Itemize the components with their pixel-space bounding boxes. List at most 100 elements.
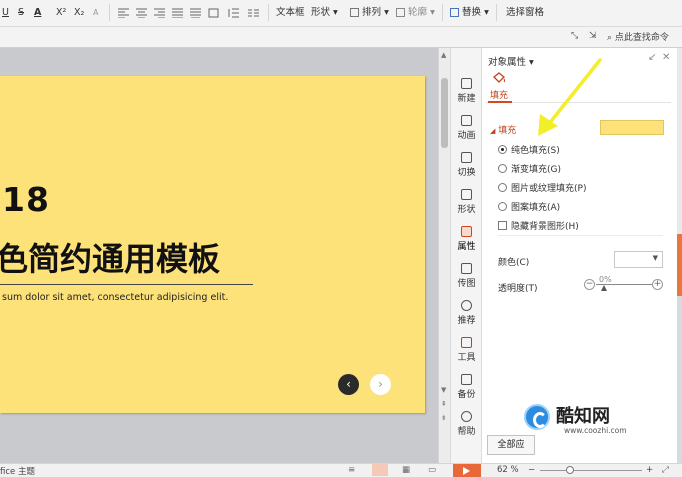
align-left-icon[interactable] — [118, 4, 129, 21]
next-slide-button[interactable]: › — [370, 374, 391, 395]
ribbon-divider — [442, 4, 443, 21]
strip-item-recommend[interactable]: 推荐 — [451, 300, 482, 326]
superscript-button[interactable]: X² — [56, 4, 66, 21]
textbox-button[interactable]: 文本框 — [276, 4, 305, 21]
selection-pane-button[interactable]: 选择窗格 — [506, 4, 544, 21]
properties-icon — [461, 226, 472, 237]
animation-icon — [461, 115, 472, 126]
option-hide-background[interactable]: 隐藏背景图形(H) — [498, 219, 579, 232]
search-icon: ⌕ — [607, 33, 613, 43]
align-right-icon[interactable] — [154, 4, 165, 21]
clear-format-button[interactable]: A — [93, 4, 98, 21]
option-label: 渐变填充(G) — [511, 165, 561, 175]
close-icon[interactable]: ✕ — [662, 52, 670, 63]
line-spacing-icon[interactable] — [228, 4, 239, 21]
underline-button[interactable]: U — [2, 4, 9, 21]
transparency-slider-thumb[interactable] — [601, 285, 607, 291]
tab-fill[interactable]: 填充 — [490, 88, 508, 101]
pin-icon[interactable]: ⤡ — [571, 31, 578, 41]
arrange-dropdown[interactable]: 排列 ▾ — [350, 4, 389, 21]
justify-icon[interactable] — [172, 4, 183, 21]
strip-item-animation[interactable]: 动画 — [451, 115, 482, 141]
transparency-increase-button[interactable]: + — [652, 279, 663, 290]
apply-all-button[interactable]: 全部应 — [487, 435, 535, 455]
option-label: 隐藏背景图形(H) — [511, 222, 579, 232]
help-icon — [461, 411, 472, 422]
chevron-down-icon: ▼ — [652, 254, 658, 262]
page-up-icon[interactable]: ⇞ — [441, 400, 447, 408]
theme-name: fice 主题 — [0, 467, 35, 477]
color-dropdown[interactable]: ▼ — [614, 251, 663, 268]
replace-icon — [450, 8, 459, 17]
radio-button[interactable] — [498, 145, 507, 154]
font-color-button[interactable]: A — [34, 4, 41, 21]
align-center-icon[interactable] — [136, 4, 147, 21]
strip-item-backup[interactable]: 备份 — [451, 374, 482, 400]
text-direction-icon[interactable] — [208, 4, 219, 21]
transparency-label: 透明度(T) — [498, 284, 538, 294]
strip-item-properties[interactable]: 属性 — [451, 226, 482, 252]
replace-dropdown[interactable]: 替换 ▾ — [450, 4, 489, 21]
scrollbar-thumb[interactable] — [441, 78, 448, 148]
slide[interactable]: 18 色简约通用模板 sum dolor sit amet, consectet… — [0, 76, 425, 413]
option-solid-fill[interactable]: 纯色填充(S) — [498, 143, 560, 156]
vertical-scrollbar[interactable]: ▲ ▼ ⇞ ⇟ — [438, 48, 450, 463]
collapse-triangle-icon: ◢ — [490, 127, 496, 135]
zoom-slider[interactable] — [540, 470, 642, 471]
distributed-icon[interactable] — [190, 4, 201, 21]
notes-icon[interactable]: ≡ — [348, 465, 355, 475]
checkbox[interactable] — [498, 221, 507, 230]
fill-section-header[interactable]: ◢ 填充 — [490, 123, 516, 136]
outline-dropdown[interactable]: 轮廓 ▾ — [396, 4, 435, 21]
subscript-button[interactable]: X₂ — [74, 4, 84, 21]
shape-dropdown-label: 形状 — [311, 7, 331, 18]
shape-dropdown[interactable]: 形状 ▾ — [311, 4, 338, 21]
annotation-arrow — [538, 58, 602, 136]
slide-sorter-icon[interactable]: ▦ — [402, 465, 410, 475]
zoom-out-button[interactable]: − — [528, 465, 535, 475]
watermark-name: 酷知网 — [556, 406, 610, 427]
option-picture-fill[interactable]: 图片或纹理填充(P) — [498, 181, 586, 194]
option-gradient-fill[interactable]: 渐变填充(G) — [498, 162, 561, 175]
outline-dropdown-label: 轮廓 — [408, 7, 428, 18]
pin-panel-icon[interactable]: ↙ — [648, 52, 656, 63]
slide-canvas: 18 色简约通用模板 sum dolor sit amet, consectet… — [0, 48, 438, 463]
strip-item-help[interactable]: 帮助 — [451, 411, 482, 437]
command-search[interactable]: ⌕ 点此查找命令 — [607, 30, 669, 43]
recommend-icon — [461, 300, 472, 311]
strip-item-transition[interactable]: 切换 — [451, 152, 482, 178]
strip-item-tools[interactable]: 工具 — [451, 337, 482, 363]
option-pattern-fill[interactable]: 图案填充(A) — [498, 200, 560, 213]
prev-slide-button[interactable]: ‹ — [338, 374, 359, 395]
play-slideshow-button[interactable] — [453, 464, 481, 477]
panel-title[interactable]: 对象属性 ▾ — [488, 54, 534, 68]
backup-icon — [461, 374, 472, 385]
strip-label: 备份 — [457, 390, 476, 400]
radio-button[interactable] — [498, 164, 507, 173]
strip-label: 形状 — [457, 205, 476, 215]
new-icon — [461, 78, 472, 89]
strip-item-new[interactable]: 新建 — [451, 78, 482, 104]
page-down-icon[interactable]: ⇟ — [441, 414, 447, 422]
strip-label: 工具 — [457, 353, 476, 363]
reading-view-icon[interactable]: ▭ — [428, 465, 436, 475]
toolbox-icon — [461, 337, 472, 348]
scroll-down-icon[interactable]: ▼ — [441, 386, 446, 394]
strikethrough-button[interactable]: S — [18, 4, 24, 21]
normal-view-icon[interactable] — [372, 464, 388, 476]
watermark-url: www.coozhi.com — [564, 426, 627, 435]
radio-button[interactable] — [498, 202, 507, 211]
strip-item-shape[interactable]: 形状 — [451, 189, 482, 215]
column-icon[interactable] — [248, 4, 259, 21]
fit-window-icon[interactable]: ⤢ — [662, 465, 669, 475]
scroll-up-icon[interactable]: ▲ — [441, 51, 446, 59]
transparency-decrease-button[interactable]: − — [584, 279, 595, 290]
outline-icon — [396, 8, 405, 17]
panel-side-tab[interactable] — [677, 234, 682, 296]
zoom-in-button[interactable]: + — [646, 465, 653, 475]
collapse-icon[interactable]: ⇲ — [589, 31, 597, 41]
strip-item-upload-image[interactable]: 传图 — [451, 263, 482, 289]
radio-button[interactable] — [498, 183, 507, 192]
zoom-level[interactable]: 62 % — [497, 465, 519, 475]
zoom-slider-thumb[interactable] — [566, 466, 574, 474]
